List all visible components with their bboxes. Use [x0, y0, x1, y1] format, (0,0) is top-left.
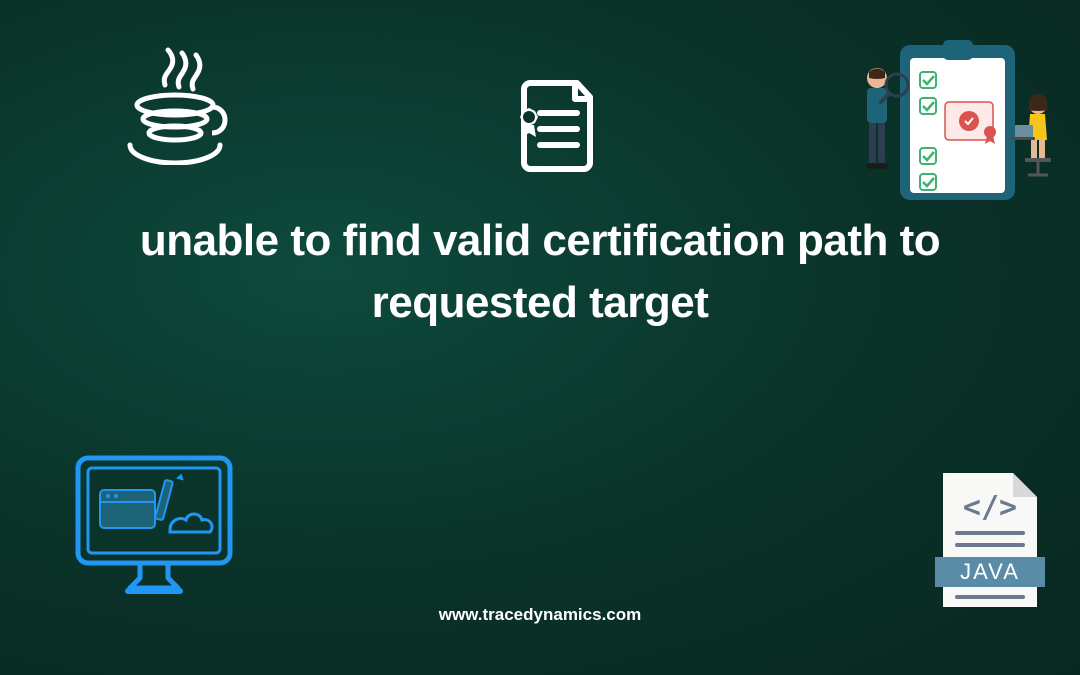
- certificate-icon: [505, 75, 595, 175]
- page-title: unable to find valid certification path …: [0, 210, 1080, 335]
- clipboard-illustration: [825, 30, 1065, 230]
- website-url: www.tracedynamics.com: [0, 605, 1080, 625]
- java-file-icon: </> JAVA: [935, 465, 1045, 615]
- svg-text:JAVA: JAVA: [960, 559, 1020, 584]
- java-logo-icon: [120, 45, 230, 165]
- svg-text:</>: </>: [963, 490, 1017, 525]
- monitor-design-icon: [70, 450, 238, 605]
